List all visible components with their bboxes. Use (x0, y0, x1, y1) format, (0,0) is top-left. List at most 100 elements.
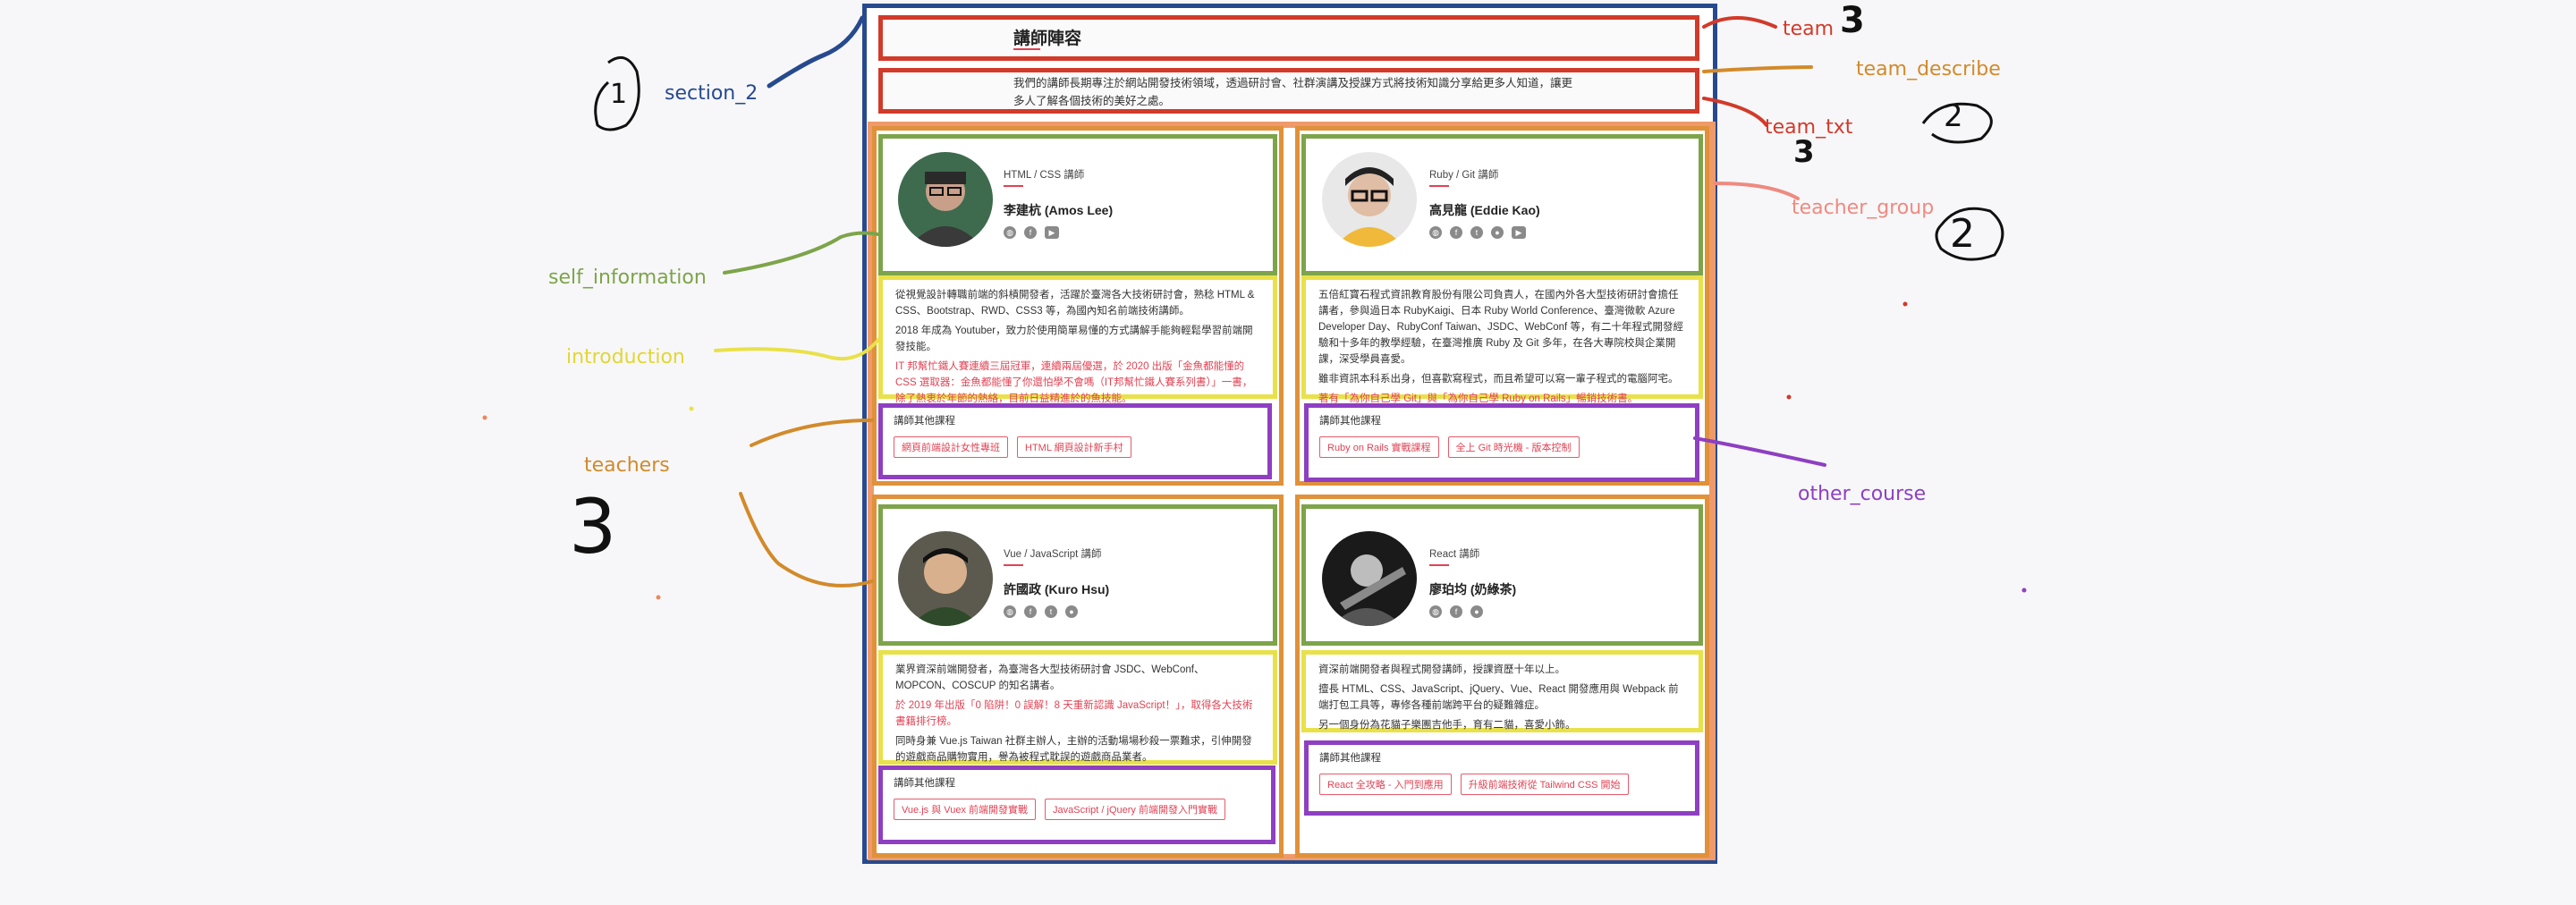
intro-paragraph: 2018 年成為 Youtuber，致力於使用簡單易懂的方式講解手能夠輕鬆學習前… (895, 326, 1253, 352)
team-describe-connector (1702, 65, 1813, 73)
self-information-2: Ruby / Git 講師 高見龍 (Eddie Kao) ◍ f t ● ▶ (1301, 134, 1703, 275)
globe-icon[interactable]: ◍ (1429, 605, 1442, 618)
intro-paragraph: IT 邦幫忙鐵人賽連續三屆冠軍，連續兩屆優選，於 2020 出版「金魚都能懂的 … (895, 361, 1253, 404)
label-section-2: section_2 (665, 82, 758, 105)
globe-icon[interactable]: ◍ (1004, 226, 1016, 239)
count-teacher-group-2: 2 (1950, 211, 1975, 257)
youtube-icon[interactable]: ▶ (1045, 226, 1059, 239)
intro-paragraph: 於 2019 年出版「0 陷阱！0 誤解！8 天重新認識 JavaScript！… (895, 700, 1253, 727)
dot-marker (1902, 301, 1908, 307)
other-course-1: 講師其他課程 網頁前端設計女性專班 HTML 網頁設計新手村 (878, 403, 1272, 479)
team-txt-box: 我們的講師長期專注於網站開發技術領域，透過研討會、社群演講及授課方式將技術知識分… (878, 68, 1699, 114)
dot-marker (1786, 394, 1792, 400)
social-links: ◍ f ▶ (1004, 226, 1059, 239)
self-information-1: HTML / CSS 講師 李建杭 (Amos Lee) ◍ f ▶ (878, 134, 1277, 275)
dot-marker (689, 406, 694, 411)
label-other-course: other_course (1798, 483, 1927, 505)
globe-icon[interactable]: ◍ (1429, 226, 1442, 239)
intro-paragraph: 另一個身份為花貓子樂團吉他手，育有二貓，喜愛小飾。 (1318, 720, 1576, 731)
course-link[interactable]: 網頁前端設計女性專班 (894, 436, 1008, 458)
teacher-role: Ruby / Git 講師 (1429, 170, 1499, 181)
intro-paragraph: 雖非資訊本科系出身，但喜歡寫程式，而且希望可以寫一輩子程式的電腦阿宅。 (1318, 374, 1679, 385)
other-course-4: 講師其他課程 React 全攻略 - 入門到應用 升級前端技術從 Tailwind… (1304, 740, 1699, 816)
dot-marker (2021, 588, 2027, 593)
globe-icon[interactable]: ◍ (1004, 605, 1016, 618)
avatar-image (898, 531, 993, 626)
facebook-icon[interactable]: f (1024, 605, 1037, 618)
teacher-role: Vue / JavaScript 講師 (1004, 549, 1102, 560)
course-link[interactable]: HTML 網頁設計新手村 (1017, 436, 1131, 458)
count-teachers: 3 (569, 483, 617, 571)
github-icon[interactable]: ● (1470, 605, 1483, 618)
intro-paragraph: 五倍紅寶石程式資訊教育股份有限公司負責人，在國內外各大型技術研討會擔任講者，參與… (1318, 290, 1683, 365)
intro-paragraph: 擅長 HTML、CSS、JavaScript、jQuery、Vue、React … (1318, 684, 1679, 711)
facebook-icon[interactable]: f (1450, 605, 1462, 618)
twitter-icon[interactable]: t (1045, 605, 1057, 618)
social-links: ◍ f t ● ▶ (1429, 226, 1526, 239)
role-underline (1004, 185, 1023, 187)
teachers-connector-1 (750, 419, 874, 447)
avatar-image (898, 152, 993, 247)
course-link[interactable]: Ruby on Rails 實戰課程 (1319, 436, 1439, 458)
other-course-3: 講師其他課程 Vue.js 與 Vuex 前端開發實戰 JavaScript / … (878, 765, 1275, 844)
introduction-1: 從視覺設計轉職前端的斜槓開發者，活躍於臺灣各大技術研討會，熟稔 HTML & C… (878, 275, 1277, 404)
course-link[interactable]: React 全攻略 - 入門到應用 (1319, 774, 1452, 795)
avatar (1322, 152, 1417, 247)
teacher-group-connector (1714, 182, 1800, 200)
github-icon[interactable]: ● (1065, 605, 1078, 618)
avatar-image (1322, 531, 1417, 626)
label-introduction: introduction (566, 346, 685, 368)
teachers-connector-2 (739, 492, 874, 588)
label-team-describe: team_describe (1856, 58, 2001, 80)
role-underline (1004, 564, 1023, 566)
intro-paragraph: 資深前端開發者與程式開發講師，授課資歷十年以上。 (1318, 664, 1565, 675)
teacher-name: 高見龍 (Eddie Kao) (1429, 203, 1540, 217)
social-links: ◍ f ● (1429, 605, 1483, 618)
avatar (898, 531, 993, 626)
social-links: ◍ f t ● (1004, 605, 1078, 618)
self-information-3: Vue / JavaScript 講師 許國政 (Kuro Hsu) ◍ f t ● (878, 504, 1277, 646)
label-team: team (1783, 18, 1835, 40)
twitter-icon[interactable]: t (1470, 226, 1483, 239)
dot-marker (656, 595, 661, 600)
avatar (1322, 531, 1417, 626)
avatar-image (1322, 152, 1417, 247)
introduction-4: 資深前端開發者與程式開發講師，授課資歷十年以上。 擅長 HTML、CSS、Jav… (1301, 650, 1703, 732)
dot-marker (482, 415, 487, 420)
other-course-title: 講師其他課程 (1319, 753, 1381, 764)
other-course-title: 講師其他課程 (894, 778, 955, 789)
intro-paragraph: 同時身兼 Vue.js Taiwan 社群主辦人，主辦的活動場場秒殺一票難求，引… (895, 736, 1252, 763)
other-course-title: 講師其他課程 (1319, 416, 1381, 427)
course-link[interactable]: 升級前端技術從 Tailwind CSS 開始 (1460, 774, 1629, 795)
label-teacher-group: teacher_group (1792, 197, 1935, 219)
teacher-role: HTML / CSS 講師 (1004, 170, 1085, 181)
course-link[interactable]: 全上 Git 時光機 - 版本控制 (1447, 436, 1580, 458)
label-teachers: teachers (584, 454, 670, 477)
team-box: 講師陣容 (878, 15, 1699, 61)
count-team: 3 (1840, 0, 1865, 41)
course-link[interactable]: Vue.js 與 Vuex 前端開發實戰 (894, 799, 1036, 820)
teacher-name: 許國政 (Kuro Hsu) (1004, 582, 1110, 596)
other-course-title: 講師其他課程 (894, 416, 955, 427)
count-teacher-group: 2 (1944, 98, 1963, 134)
facebook-icon[interactable]: f (1024, 226, 1037, 239)
youtube-icon[interactable]: ▶ (1512, 226, 1526, 239)
team-description: 我們的講師長期專注於網站開發技術領域，透過研討會、社群演講及授課方式將技術知識分… (1013, 77, 1573, 107)
introduction-3: 業界資深前端開發者，為臺灣各大型技術研討會 JSDC、WebConf、MOPCO… (878, 650, 1277, 765)
introduction-connector (714, 338, 880, 360)
section-2-connector (767, 15, 865, 89)
course-link[interactable]: JavaScript / jQuery 前端開發入門實戰 (1045, 799, 1225, 820)
introduction-2: 五倍紅寶石程式資訊教育股份有限公司負責人，在國內外各大型技術研討會擔任講者，參與… (1301, 275, 1703, 404)
teacher-name: 李建杭 (Amos Lee) (1004, 203, 1114, 217)
intro-paragraph: 從視覺設計轉職前端的斜槓開發者，活躍於臺灣各大技術研討會，熟稔 HTML & C… (895, 290, 1255, 317)
other-course-2: 講師其他課程 Ruby on Rails 實戰課程 全上 Git 時光機 - 版本… (1304, 403, 1699, 482)
github-icon[interactable]: ● (1491, 226, 1504, 239)
label-self-information: self_information (548, 266, 707, 289)
facebook-icon[interactable]: f (1450, 226, 1462, 239)
avatar (898, 152, 993, 247)
count-team-txt: 3 (1793, 134, 1815, 170)
intro-paragraph: 業界資深前端開發者，為臺灣各大型技術研討會 JSDC、WebConf、MOPCO… (895, 664, 1205, 691)
self-information-4: React 講師 廖珀均 (奶綠茶) ◍ f ● (1301, 504, 1703, 646)
team-title: 講師陣容 (1013, 30, 1082, 48)
count-section: 1 (610, 79, 628, 110)
